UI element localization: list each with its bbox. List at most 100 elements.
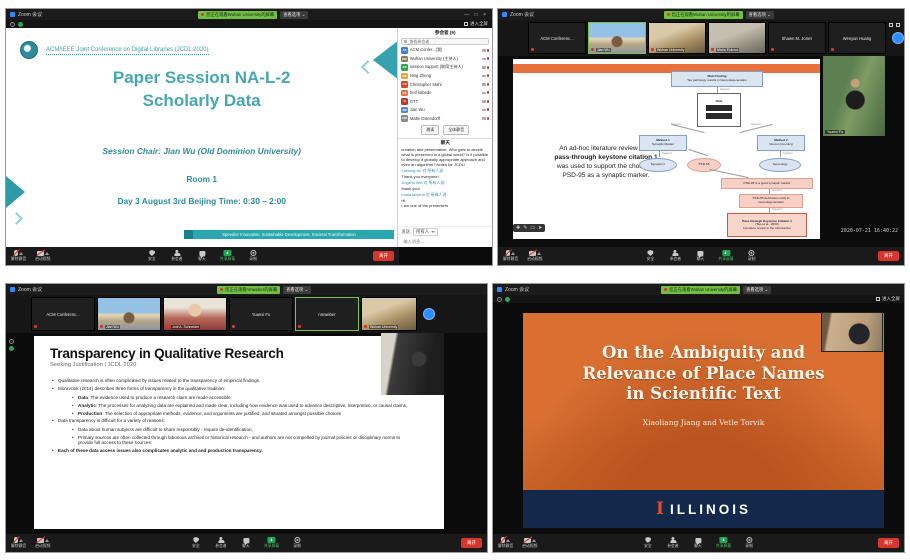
annotate-shape-icon[interactable]: ▭	[530, 225, 535, 231]
chevron-up-icon[interactable]	[45, 539, 49, 542]
participants-button[interactable]: 参会者	[668, 250, 682, 262]
security-button[interactable]: 安全	[641, 537, 655, 549]
video-tile[interactable]: ACM Conferenc...	[528, 22, 586, 54]
video-tile[interactable]: Shawn M. Jones	[768, 22, 826, 54]
video-tile[interactable]: Maria Eckova	[708, 22, 766, 54]
participant-row[interactable]: NZNing Zheng	[398, 72, 492, 81]
video-tile[interactable]: nmweber	[295, 297, 359, 331]
mute-button[interactable]: 解除静音	[503, 250, 518, 262]
annotate-add-icon[interactable]: ✚	[516, 225, 520, 231]
info-icon[interactable]: i	[497, 297, 502, 302]
chevron-up-icon[interactable]	[511, 252, 515, 255]
annotate-pen-icon[interactable]: ✎	[523, 225, 527, 231]
annotation-toolbar[interactable]: ✚ ✎ ▭ ➤	[513, 224, 545, 232]
participant-row[interactable]: SSsession support (联席主持人)	[398, 63, 492, 72]
leave-button[interactable]: 离开	[878, 251, 899, 261]
presenter-webcam[interactable]	[821, 312, 883, 352]
share-screen-button[interactable]: 共享屏幕	[264, 537, 279, 549]
info-icon[interactable]: i	[10, 22, 15, 27]
mic-muted-icon	[487, 49, 489, 52]
window-controls[interactable]: — □ ×	[464, 12, 488, 18]
video-button[interactable]: 启动视频	[35, 250, 50, 262]
invite-button[interactable]: 邀请	[421, 125, 439, 135]
view-options-button[interactable]: 查看选项 ⌄	[743, 286, 771, 294]
video-button[interactable]: 启动视频	[527, 250, 542, 262]
video-tile[interactable]: Jian Wu	[588, 22, 646, 54]
presenter-webcam[interactable]	[381, 333, 444, 395]
session-title-line1: Paper Session NA-L-2	[6, 68, 397, 88]
chevron-up-icon[interactable]	[532, 539, 536, 542]
enter-fullscreen-button[interactable]: 进入全屏	[464, 21, 488, 27]
presenter-webcam[interactable]: Yuanxi Fu	[823, 56, 885, 136]
leave-button[interactable]: 离开	[878, 538, 899, 548]
enter-fullscreen-button[interactable]: 进入全屏	[876, 296, 900, 302]
participant-row[interactable]: JWJian Wu	[398, 106, 492, 115]
mute-button[interactable]: 解除静音	[498, 537, 513, 549]
participant-row[interactable]: CSChristopher Stahl	[398, 80, 492, 89]
security-button[interactable]: 安全	[145, 250, 159, 262]
chat-button[interactable]: 聊天	[195, 250, 209, 262]
participant-row[interactable]: FKfred kabede	[398, 89, 492, 98]
shield-icon	[149, 250, 155, 256]
slide-accent-bar	[513, 64, 820, 73]
video-tile[interactable]: Yuanxi Fu	[229, 297, 293, 331]
info-icon[interactable]: i	[9, 339, 14, 344]
participant-search[interactable]	[401, 38, 489, 45]
view-options-button[interactable]: 查看选项 ⌄	[283, 286, 311, 294]
send-to-dropdown[interactable]: 所有人	[413, 228, 438, 236]
video-tile[interactable]: Wenyan Huang	[828, 22, 886, 54]
fullscreen-icon[interactable]	[896, 23, 900, 27]
share-screen-button[interactable]: 共享屏幕	[716, 537, 731, 549]
chat-button[interactable]: 聊天	[691, 537, 705, 549]
video-tile[interactable]: ACM Conferenc...	[31, 297, 95, 331]
audio-only-avatar-icon[interactable]	[892, 32, 904, 44]
video-button[interactable]: 启动视频	[522, 537, 537, 549]
view-options-button[interactable]: 查看选项 ⌄	[280, 11, 308, 19]
meeting-info-bar: i 进入全屏	[493, 295, 904, 303]
mute-button[interactable]: 解除静音	[11, 537, 26, 549]
share-screen-button[interactable]: 共享屏幕	[220, 250, 235, 262]
title-bar: Zoom 会议 您正在观看nmweber的屏幕 查看选项 ⌄	[6, 284, 487, 295]
gallery-view-icon[interactable]	[889, 23, 893, 27]
video-tile[interactable]: Wuhan University	[648, 22, 706, 54]
view-options-button[interactable]: 查看选项 ⌄	[746, 11, 774, 19]
participant-row[interactable]: ACACM Confer...(我)	[398, 46, 492, 55]
shield-icon	[193, 537, 199, 543]
record-button[interactable]: 录制	[742, 537, 756, 549]
mic-muted-icon	[771, 48, 774, 52]
participant-row[interactable]: WUWuhan University (主持人)	[398, 55, 492, 64]
video-button[interactable]: 启动视频	[35, 537, 50, 549]
participants-button[interactable]: 参会者	[170, 250, 184, 262]
leave-button[interactable]: 离开	[373, 251, 394, 261]
leave-button[interactable]: 离开	[461, 538, 482, 548]
share-screen-button[interactable]: 共享屏幕	[718, 250, 733, 262]
audio-only-avatar-icon[interactable]	[423, 308, 435, 320]
video-tile[interactable]: Jodi A. Schneider	[163, 297, 227, 331]
chevron-up-icon[interactable]	[506, 539, 510, 542]
camera-off-icon	[482, 117, 486, 120]
chat-button[interactable]: 聊天	[693, 250, 707, 262]
participants-button[interactable]: 参会者	[666, 537, 680, 549]
security-button[interactable]: 安全	[643, 250, 657, 262]
chat-message-input[interactable]	[401, 238, 486, 245]
chevron-up-icon[interactable]	[45, 252, 49, 255]
chat-button[interactable]: 聊天	[239, 537, 253, 549]
video-tile[interactable]: Wuhan University	[361, 297, 417, 331]
security-button[interactable]: 安全	[189, 537, 203, 549]
chevron-up-icon[interactable]	[19, 539, 23, 542]
participant-row[interactable]: OOTT	[398, 97, 492, 106]
record-button[interactable]: 录制	[290, 537, 304, 549]
mute-all-button[interactable]: 全体静音	[443, 125, 469, 135]
chat-messages[interactable]: curation and preservation. Who gets to d…	[398, 147, 492, 226]
participant-search-input[interactable]	[409, 39, 486, 44]
chevron-up-icon[interactable]	[19, 252, 23, 255]
title-bar: Zoom 会议 您正在观看Wuhan University的屏幕 查看选项 ⌄	[498, 9, 904, 20]
participant-row[interactable]: MOMalte Ostendorff	[398, 114, 492, 123]
mute-button[interactable]: 解除静音	[11, 250, 26, 262]
record-button[interactable]: 录制	[745, 250, 759, 262]
search-icon	[404, 40, 407, 43]
video-tile[interactable]: Jian Wu	[97, 297, 161, 331]
participants-button[interactable]: 参会者	[214, 537, 228, 549]
chevron-up-icon[interactable]	[537, 252, 541, 255]
record-button[interactable]: 录制	[246, 250, 260, 262]
